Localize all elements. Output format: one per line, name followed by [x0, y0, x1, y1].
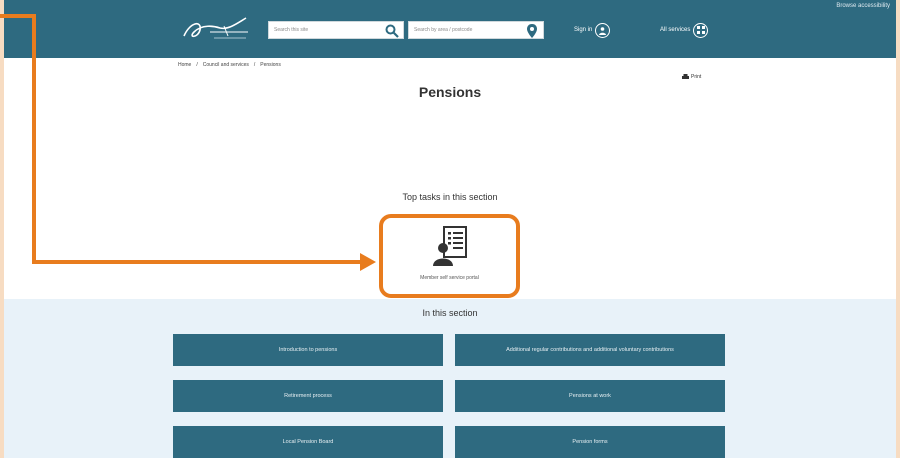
- sign-in-link[interactable]: Sign in: [574, 21, 611, 39]
- site-search-placeholder: Search this site: [274, 27, 309, 33]
- print-icon: [682, 74, 689, 79]
- breadcrumb: Home / Council and services / Pensions: [178, 62, 281, 68]
- section-link-introduction[interactable]: Introduction to pensions: [173, 334, 443, 366]
- task-label: Member self service portal: [420, 275, 479, 281]
- section-link-pension-forms[interactable]: Pension forms: [455, 426, 725, 458]
- user-icon: [595, 22, 611, 38]
- accessibility-link[interactable]: Browse accessibility: [836, 3, 890, 9]
- section-link-retirement-process[interactable]: Retirement process: [173, 380, 443, 412]
- breadcrumb-separator: /: [253, 62, 256, 68]
- task-member-self-service[interactable]: Member self service portal: [379, 214, 520, 298]
- all-services-link[interactable]: All services: [660, 21, 709, 39]
- sign-in-label: Sign in: [574, 27, 593, 33]
- breadcrumb-current: Pensions: [260, 62, 281, 68]
- section-link-pensions-at-work[interactable]: Pensions at work: [455, 380, 725, 412]
- breadcrumb-separator: /: [196, 62, 198, 68]
- all-services-label: All services: [660, 27, 691, 33]
- location-pin-icon[interactable]: [524, 23, 540, 39]
- council-logo[interactable]: [180, 12, 252, 46]
- search-icon[interactable]: [384, 23, 400, 39]
- breadcrumb-council-services[interactable]: Council and services: [203, 62, 249, 68]
- postcode-search-placeholder: Search by area / postcode: [414, 27, 473, 33]
- print-label: Print: [691, 74, 702, 80]
- site-search-input[interactable]: Search this site: [268, 21, 404, 39]
- grid-icon: [693, 22, 709, 38]
- section-link-local-pension-board[interactable]: Local Pension Board: [173, 426, 443, 458]
- member-document-icon: [433, 226, 467, 266]
- print-link[interactable]: Print: [682, 74, 701, 80]
- top-tasks-heading: Top tasks in this section: [402, 192, 498, 202]
- breadcrumb-home[interactable]: Home: [178, 62, 191, 68]
- in-this-section-band: [4, 299, 896, 458]
- in-this-section-heading: In this section: [422, 308, 478, 318]
- section-link-additional-contributions[interactable]: Additional regular contributions and add…: [455, 334, 725, 366]
- postcode-search-input[interactable]: Search by area / postcode: [408, 21, 544, 39]
- page-title: Pensions: [418, 84, 482, 100]
- site-header: Browse accessibility Search this site Se…: [4, 0, 896, 58]
